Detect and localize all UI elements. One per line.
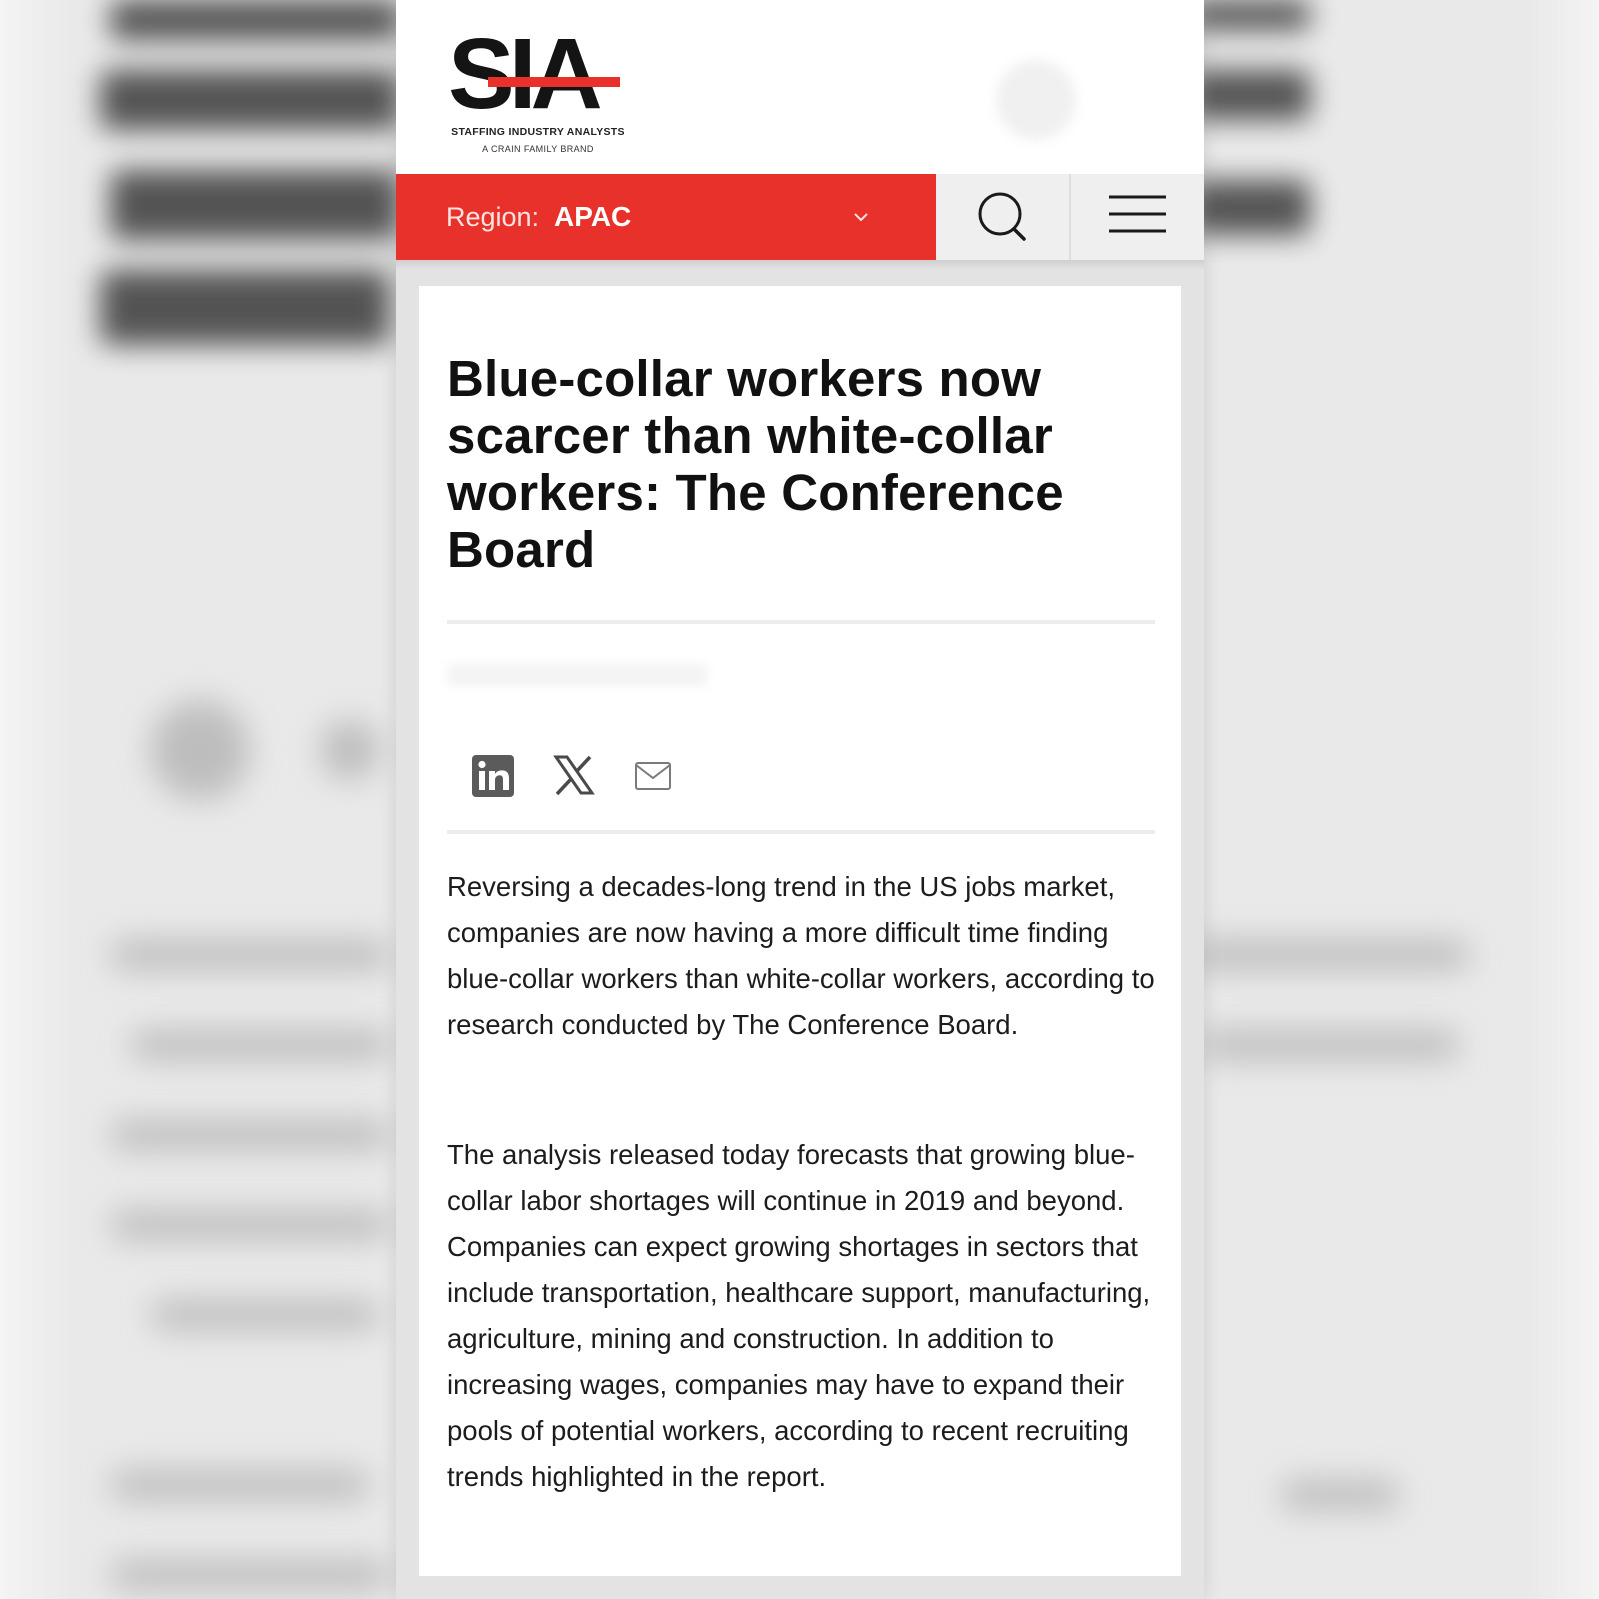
chevron-down-icon	[854, 213, 868, 222]
region-label: Region:	[446, 202, 540, 232]
blurred-account-avatar	[996, 60, 1076, 140]
title-divider	[447, 620, 1155, 624]
top-navbar: Region: APAC	[396, 174, 1204, 260]
hamburger-menu-icon	[1109, 195, 1166, 233]
logo-tagline: STAFFING INDUSTRY ANALYSTS	[451, 126, 625, 138]
nav-shadow	[396, 260, 1204, 270]
article-card: Blue-collar workers now scarcer than whi…	[419, 286, 1181, 1576]
region-value: APAC	[554, 201, 632, 232]
logo-sub-tagline: A CRAIN FAMILY BRAND	[482, 144, 594, 154]
menu-button[interactable]	[1071, 174, 1204, 260]
search-icon	[978, 192, 1026, 241]
logo-mark: SIA	[448, 24, 628, 126]
share-divider	[447, 830, 1155, 834]
x-icon[interactable]	[553, 754, 595, 796]
site-header: SIA STAFFING INDUSTRY ANALYSTS A CRAIN F…	[396, 0, 1204, 174]
search-button[interactable]	[936, 174, 1069, 260]
linkedin-icon[interactable]	[471, 754, 515, 798]
mobile-page: SIA STAFFING INDUSTRY ANALYSTS A CRAIN F…	[396, 0, 1204, 1599]
region-selector[interactable]: Region: APAC	[396, 174, 936, 260]
article-paragraph: The analysis released today forecasts th…	[447, 1139, 1151, 1492]
email-icon[interactable]	[634, 758, 672, 794]
blurred-byline	[447, 664, 707, 686]
logo-red-strike	[488, 77, 620, 87]
sia-logo[interactable]: SIA STAFFING INDUSTRY ANALYSTS A CRAIN F…	[448, 24, 628, 160]
article-title: Blue-collar workers now scarcer than whi…	[447, 350, 1064, 578]
article-paragraph: Reversing a decades-long trend in the US…	[447, 871, 1155, 1040]
logo-letters: SIA	[448, 18, 603, 130]
